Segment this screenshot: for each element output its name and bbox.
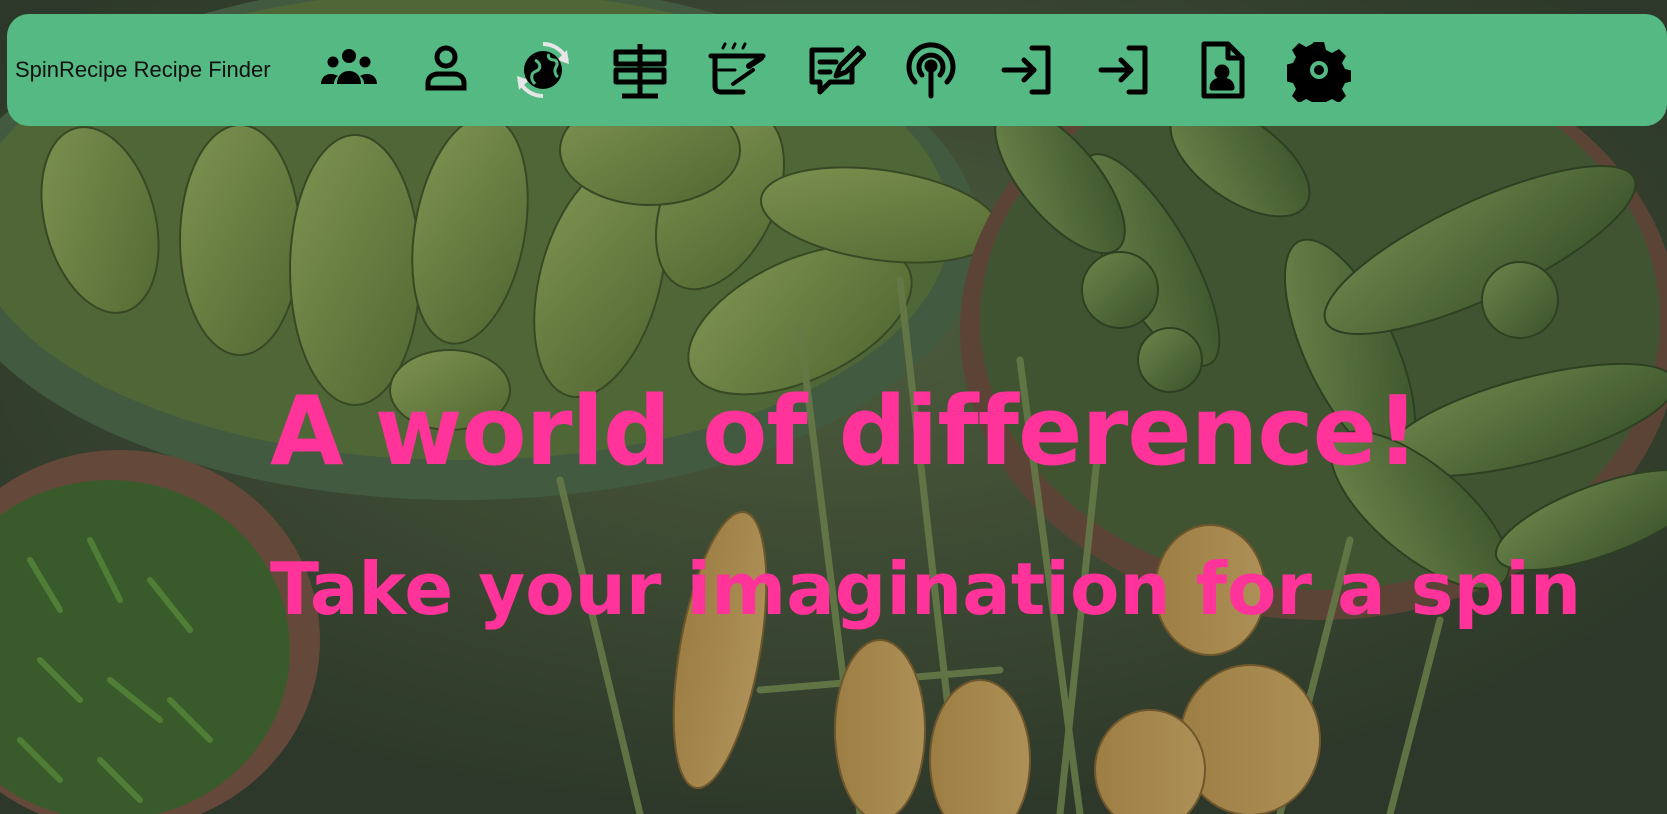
hero-section: A world of difference! Take your imagina… <box>270 375 1581 632</box>
hero-headline: A world of difference! <box>270 377 1419 487</box>
nav-icon-bar <box>300 30 1367 110</box>
community-icon[interactable] <box>300 30 397 110</box>
login-icon[interactable] <box>979 30 1076 110</box>
account-file-icon[interactable] <box>1173 30 1270 110</box>
top-navbar: SpinRecipe Recipe Finder <box>7 14 1667 126</box>
signpost-icon[interactable] <box>591 30 688 110</box>
globe-refresh-icon[interactable] <box>494 30 591 110</box>
hero-tagline: Take your imagination for a spin <box>270 547 1582 631</box>
signup-icon[interactable] <box>1076 30 1173 110</box>
write-review-icon[interactable] <box>785 30 882 110</box>
settings-icon[interactable] <box>1270 30 1367 110</box>
brand-title[interactable]: SpinRecipe Recipe Finder <box>15 57 300 83</box>
cooking-icon[interactable] <box>688 30 785 110</box>
podcast-icon[interactable] <box>882 30 979 110</box>
profile-icon[interactable] <box>397 30 494 110</box>
